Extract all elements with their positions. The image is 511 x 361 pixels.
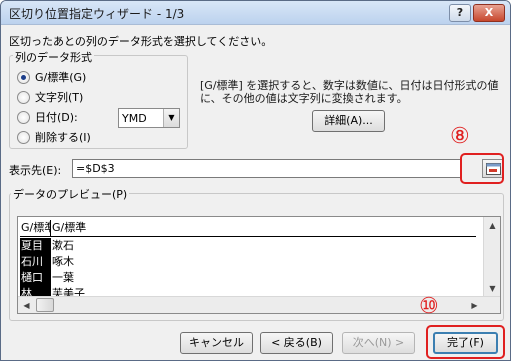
cancel-button[interactable]: キャンセル xyxy=(180,332,253,354)
table-row: 夏目 漱石 xyxy=(20,238,85,254)
help-button[interactable]: ? xyxy=(449,4,471,22)
table-row: 石川 啄木 xyxy=(20,254,85,270)
date-format-value: YMD xyxy=(122,112,147,125)
radio-skip[interactable]: 削除する(I) xyxy=(17,129,91,145)
radio-skip-label: 削除する(I) xyxy=(35,131,91,144)
chevron-down-icon[interactable]: ▼ xyxy=(163,109,179,127)
preview-rows: 夏目 漱石 石川 啄木 樋口 一葉 林 芙美子 xyxy=(20,238,85,302)
preview-cell: 樋口 xyxy=(20,270,50,286)
preview-legend: データのプレビュー(P) xyxy=(11,186,130,202)
format-description: [G/標準] を選択すると、数字は数値に、日付は日付形式の値に、その他の値は文字… xyxy=(200,79,499,105)
radio-button-icon[interactable] xyxy=(17,70,30,84)
column-format-legend: 列のデータ形式 xyxy=(13,49,94,65)
scroll-down-icon[interactable]: ▼ xyxy=(484,280,500,297)
radio-button-icon[interactable] xyxy=(17,130,30,144)
instruction-text: 区切ったあとの列のデータ形式を選択してください。 xyxy=(9,35,273,48)
preview-header: G/標準 G/標準 xyxy=(20,220,476,237)
annotation-step-10: ⑩ xyxy=(419,294,439,319)
preview-cell: 石川 xyxy=(20,254,50,270)
text-to-columns-wizard-dialog: 区切り位置指定ウィザード - 1/3 ? X 区切ったあとの列のデータ形式を選択… xyxy=(0,0,511,361)
radio-button-icon[interactable] xyxy=(17,90,30,104)
preview-cell: 夏目 xyxy=(20,238,50,254)
preview-cell: 一葉 xyxy=(50,270,85,286)
radio-date-label: 日付(D): xyxy=(35,111,78,124)
destination-input[interactable]: =$D$3 xyxy=(72,159,461,178)
close-button[interactable]: X xyxy=(473,4,505,22)
preview-cell: 漱石 xyxy=(50,238,85,254)
scroll-up-icon[interactable]: ▲ xyxy=(484,217,500,234)
table-row: 樋口 一葉 xyxy=(20,270,85,286)
title-bar: 区切り位置指定ウィザード - 1/3 ? X xyxy=(1,1,510,25)
preview-header-cell: G/標準 xyxy=(50,220,476,236)
radio-general-label: G/標準(G) xyxy=(35,71,87,84)
date-format-select[interactable]: YMD ▼ xyxy=(118,108,180,128)
radio-text-label: 文字列(T) xyxy=(35,91,84,104)
back-button[interactable]: < 戻る(B) xyxy=(260,332,333,354)
annotation-box-collapse-button xyxy=(460,153,504,184)
window-title: 区切り位置指定ウィザード - 1/3 xyxy=(9,7,185,21)
annotation-box-finish-button xyxy=(426,325,505,359)
next-button[interactable]: 次へ(N) > xyxy=(342,332,415,354)
annotation-step-8: ⑧ xyxy=(450,124,470,149)
radio-date[interactable]: 日付(D): xyxy=(17,109,78,125)
advanced-button[interactable]: 詳細(A)... xyxy=(312,110,385,132)
radio-text[interactable]: 文字列(T) xyxy=(17,89,83,105)
preview-header-cell: G/標準 xyxy=(21,221,50,234)
scroll-left-icon[interactable]: ◀ xyxy=(18,297,35,313)
preview-cell: 啄木 xyxy=(50,254,85,270)
radio-general[interactable]: G/標準(G) xyxy=(17,69,86,85)
scroll-thumb[interactable] xyxy=(36,298,54,312)
radio-button-icon[interactable] xyxy=(17,110,30,124)
destination-label: 表示先(E): xyxy=(9,164,62,177)
scroll-right-icon[interactable]: ▶ xyxy=(466,297,483,313)
vertical-scrollbar[interactable]: ▲ ▼ xyxy=(483,217,500,297)
